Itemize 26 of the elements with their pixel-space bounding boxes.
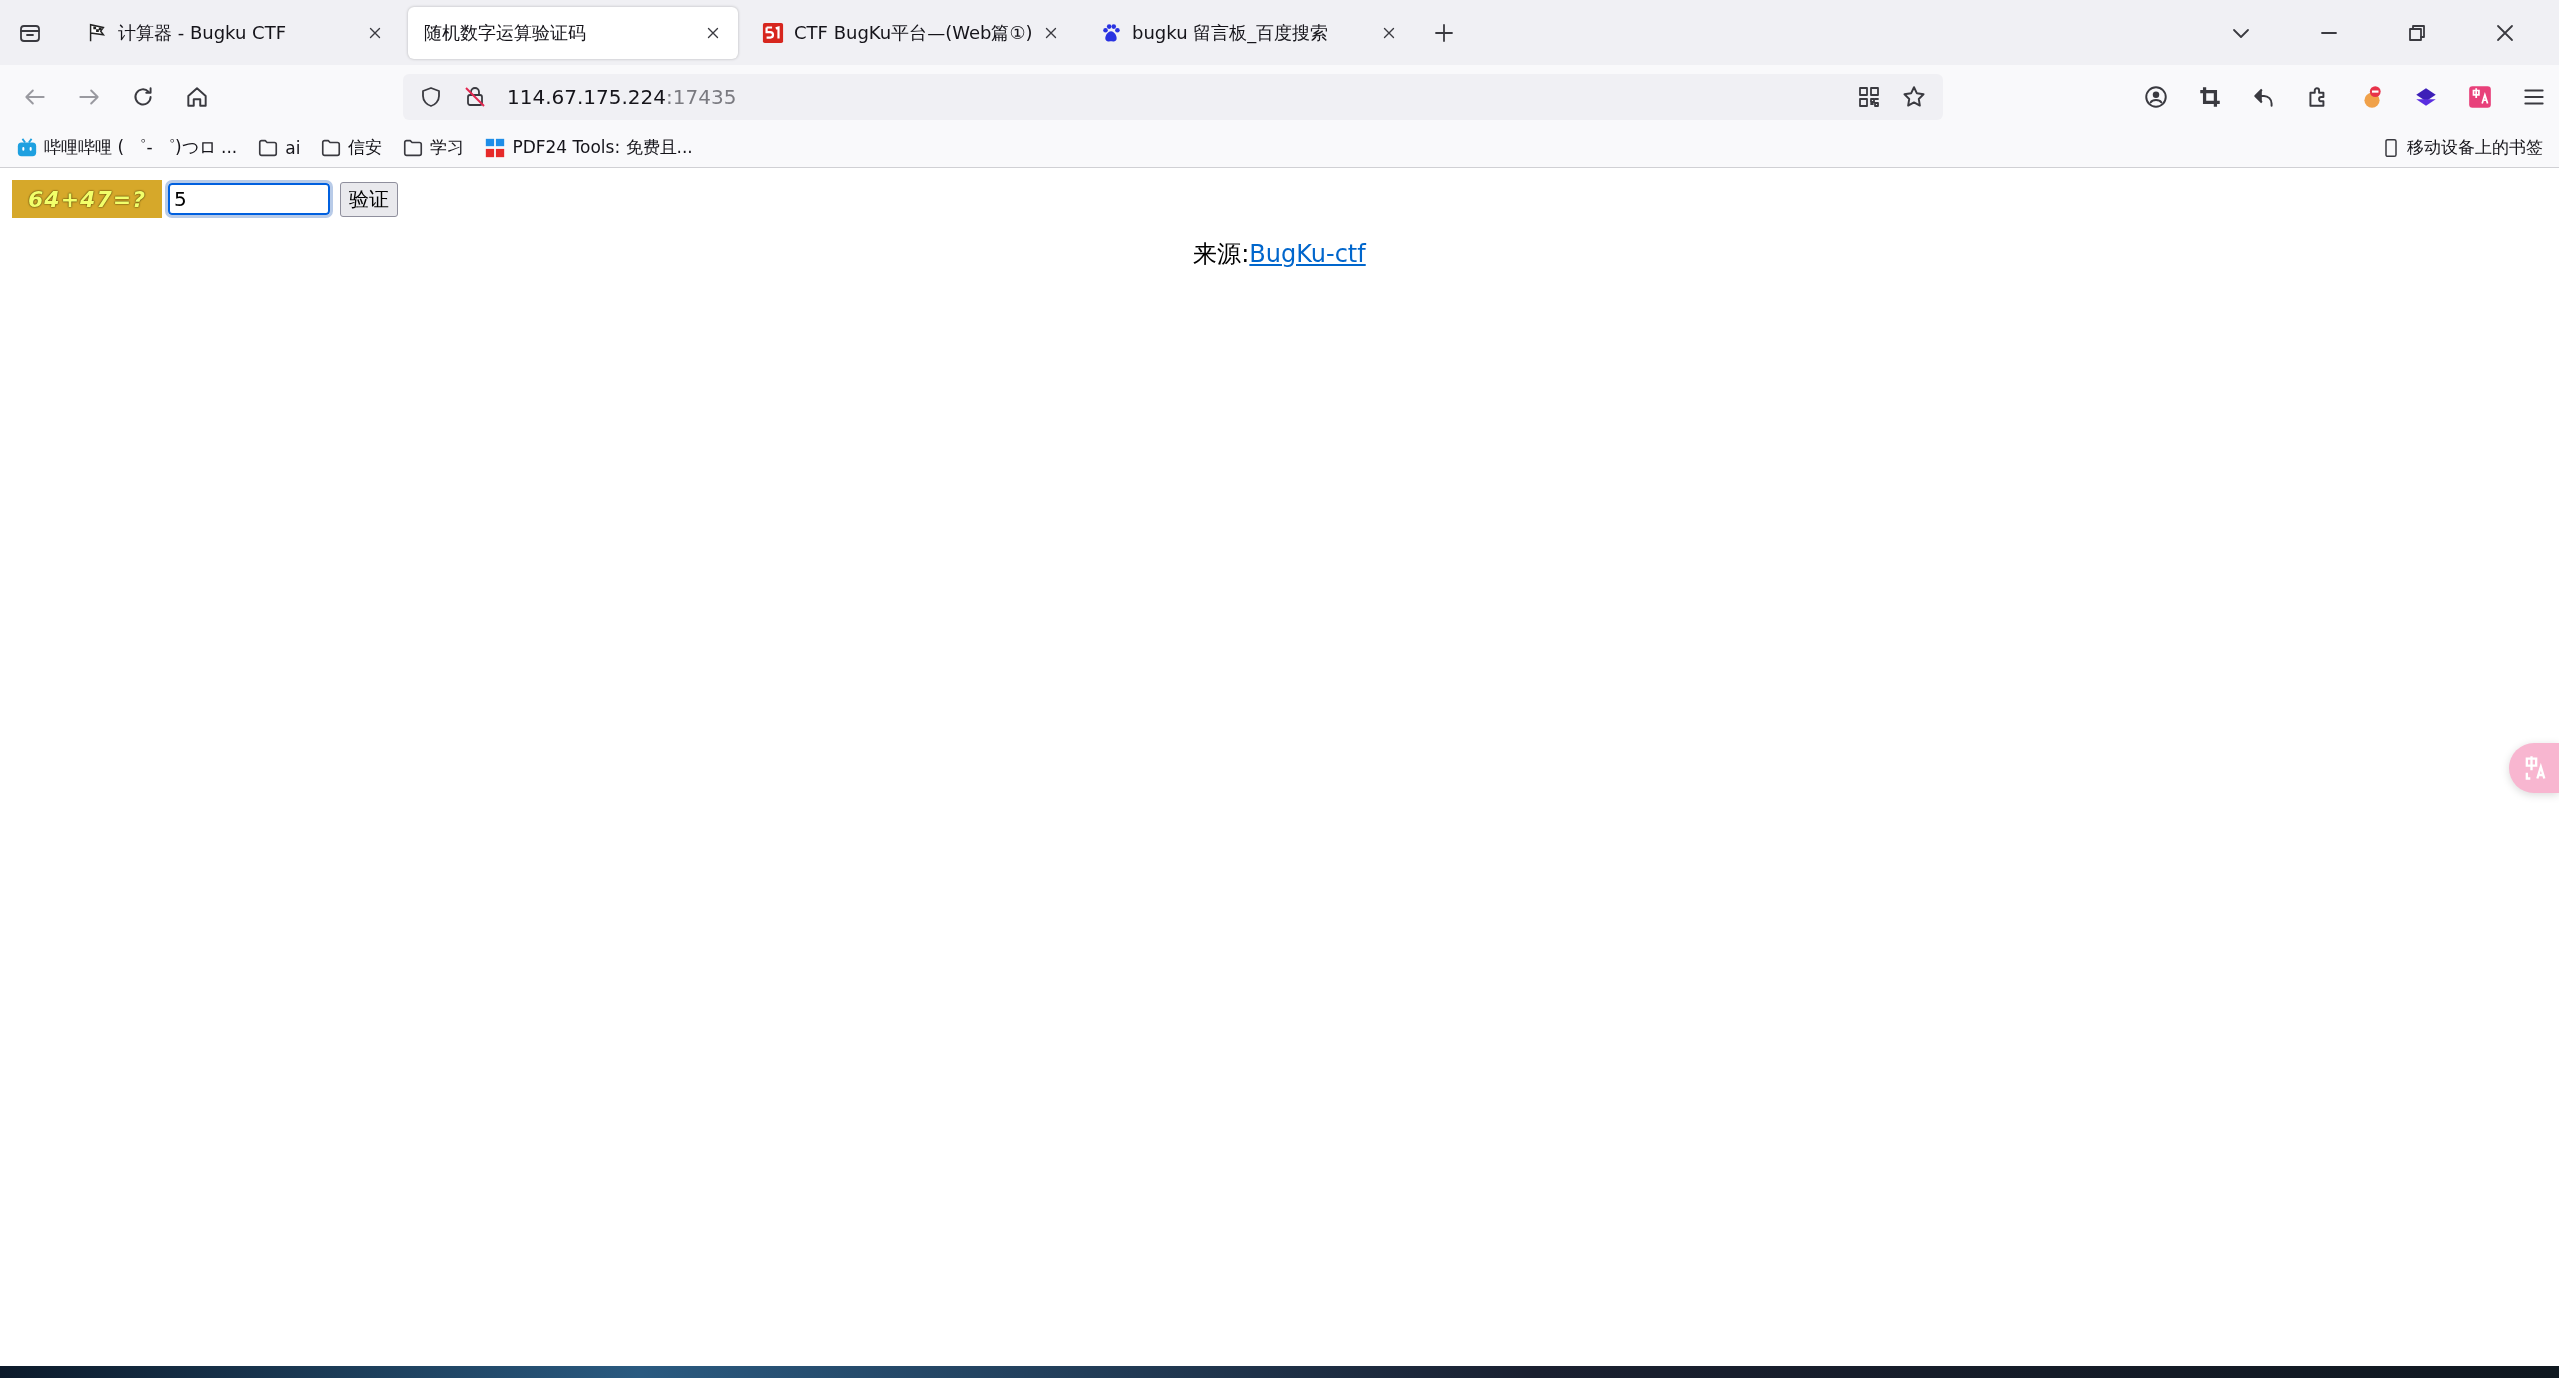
qr-code-icon[interactable]	[1857, 84, 1881, 109]
insecure-lock-icon[interactable]	[463, 84, 487, 109]
paw-icon	[1100, 21, 1122, 44]
bookmark-item[interactable]: 学习	[402, 136, 465, 159]
bookmark-item[interactable]: PDF24 Tools: 免费且...	[484, 136, 693, 159]
browser-tab[interactable]: bugku 留言板_百度搜索	[1084, 6, 1414, 59]
bookmark-item[interactable]: 哔哩哔哩 ( ゜- ゜)つロ ...	[16, 136, 238, 159]
source-text: 来源:BugKu-ctf	[1192, 239, 1368, 270]
verify-button[interactable]: 验证	[340, 181, 398, 217]
browser-tab[interactable]: CTF BugKu平台—(Web篇①)	[746, 6, 1076, 59]
site-logo-icon	[762, 21, 784, 44]
bookmark-item[interactable]: ai	[257, 136, 301, 159]
pdf-logo-icon	[484, 136, 507, 159]
source-link[interactable]: BugKu-ctf	[1249, 240, 1366, 268]
bookmark-item[interactable]: 移动设备上的书签	[2381, 136, 2543, 159]
bookmark-item[interactable]: 信安	[320, 136, 383, 159]
browser-tab[interactable]: 随机数字运算验证码	[408, 6, 738, 59]
shield-icon[interactable]	[419, 84, 443, 109]
translate-icon[interactable]	[2467, 83, 2493, 110]
account-icon[interactable]	[2143, 83, 2169, 110]
address-bar[interactable]: 114.67.175.224:17435	[403, 73, 1943, 120]
browser-tab[interactable]: 计算器 - Bugku CTF	[70, 6, 400, 59]
answer-field[interactable]: 5	[168, 183, 330, 215]
url-text: 114.67.175.224:17435	[507, 84, 737, 109]
captcha-image: 64+47=?	[12, 180, 162, 218]
tv-icon	[16, 136, 38, 159]
